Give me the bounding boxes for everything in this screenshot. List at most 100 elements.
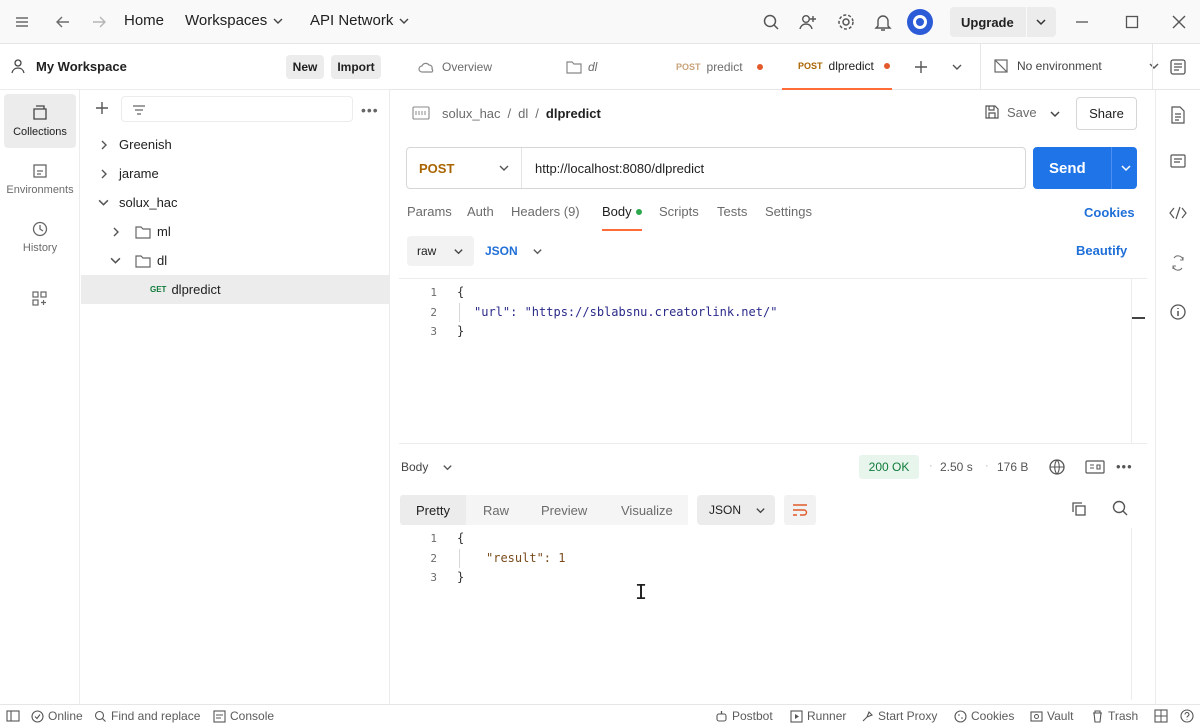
tab-scripts[interactable]: Scripts bbox=[659, 204, 699, 219]
import-button[interactable]: Import bbox=[331, 55, 381, 79]
online-status[interactable]: Online bbox=[31, 705, 83, 726]
tree-item-dl[interactable]: dl bbox=[81, 246, 389, 275]
save-options-chevron-icon[interactable] bbox=[1048, 107, 1062, 121]
chevron-right-icon bbox=[101, 140, 107, 149]
minimize-icon[interactable] bbox=[1074, 14, 1090, 30]
tab-headers[interactable]: Headers (9) bbox=[511, 204, 580, 219]
tab-predict[interactable]: POST predict bbox=[676, 44, 763, 90]
share-button[interactable]: Share bbox=[1076, 97, 1137, 130]
info-icon[interactable] bbox=[1169, 303, 1187, 321]
api-network-menu[interactable]: API Network bbox=[310, 12, 411, 29]
tab-overview[interactable]: Overview bbox=[418, 44, 492, 90]
response-time[interactable]: 2.50 s bbox=[940, 460, 973, 474]
upgrade-button[interactable]: Upgrade bbox=[950, 7, 1056, 37]
code-snippet-icon[interactable] bbox=[1169, 205, 1187, 221]
vault-label: Vault bbox=[1047, 709, 1074, 723]
response-body-selector[interactable]: Body bbox=[401, 460, 453, 474]
search-icon[interactable] bbox=[762, 13, 780, 31]
response-size[interactable]: 176 B bbox=[997, 460, 1028, 474]
nav-collections[interactable]: Collections bbox=[4, 94, 76, 148]
tab-auth[interactable]: Auth bbox=[467, 204, 494, 219]
wrap-lines-button[interactable] bbox=[784, 495, 816, 525]
comments-icon[interactable] bbox=[1170, 154, 1186, 172]
new-tab-plus-icon[interactable] bbox=[913, 59, 929, 75]
response-format-selector[interactable]: JSON bbox=[697, 495, 775, 525]
vault-button[interactable]: Vault bbox=[1030, 705, 1073, 726]
workspaces-menu[interactable]: Workspaces bbox=[185, 12, 285, 29]
response-tab-raw[interactable]: Raw bbox=[483, 495, 509, 525]
cookies-button[interactable]: Cookies bbox=[954, 705, 1014, 726]
trash-button[interactable]: Trash bbox=[1091, 705, 1138, 726]
nav-environments[interactable]: Environments bbox=[4, 152, 76, 206]
breadcrumb-collection[interactable]: solux_hac bbox=[442, 106, 501, 121]
response-tab-pretty[interactable]: Pretty bbox=[400, 495, 466, 525]
status-badge[interactable]: 200 OK bbox=[859, 455, 919, 479]
environment-selector[interactable]: No environment bbox=[993, 58, 1160, 74]
response-scrollbar-track[interactable] bbox=[1131, 528, 1132, 700]
response-body-viewer[interactable]: 1 2 3 { "result": 1 } I bbox=[399, 528, 1147, 702]
find-replace-button[interactable]: Find and replace bbox=[94, 705, 200, 726]
breadcrumb-folder[interactable]: dl bbox=[518, 106, 528, 121]
environment-quicklook-icon[interactable] bbox=[1169, 58, 1187, 76]
documentation-icon[interactable] bbox=[1170, 106, 1186, 124]
editor-scrollbar-track[interactable] bbox=[1131, 279, 1132, 443]
avatar[interactable] bbox=[907, 9, 933, 35]
runner-button[interactable]: Runner bbox=[790, 705, 846, 726]
tab-settings[interactable]: Settings bbox=[765, 204, 812, 219]
response-tab-visualize[interactable]: Visualize bbox=[621, 495, 673, 525]
tab-dlpredict[interactable]: POST dlpredict bbox=[782, 44, 892, 90]
copy-icon[interactable] bbox=[1070, 500, 1088, 518]
layout-toggle-button[interactable] bbox=[1154, 705, 1168, 726]
cookies-link[interactable]: Cookies bbox=[1084, 205, 1135, 220]
nav-history[interactable]: History bbox=[4, 210, 76, 264]
toggle-sidebar-button[interactable] bbox=[6, 705, 20, 726]
method-selector[interactable]: POST bbox=[407, 148, 522, 188]
body-mode-selector[interactable]: raw bbox=[407, 236, 474, 266]
maximize-icon[interactable] bbox=[1124, 14, 1140, 30]
url-input[interactable]: http://localhost:8080/dlpredict bbox=[522, 161, 704, 176]
body-format-selector[interactable]: JSON bbox=[485, 236, 543, 266]
console-button[interactable]: Console bbox=[213, 705, 274, 726]
request-body-editor[interactable]: 1 2 3 { "url": "https://sblabsnu.creator… bbox=[399, 278, 1147, 444]
breadcrumb-request[interactable]: dlpredict bbox=[546, 106, 601, 121]
save-button[interactable]: Save bbox=[984, 104, 1037, 120]
response-more-icon[interactable]: ••• bbox=[1116, 459, 1133, 474]
folder-icon bbox=[566, 61, 582, 74]
new-button[interactable]: New bbox=[286, 55, 324, 79]
close-icon[interactable] bbox=[1171, 14, 1187, 30]
workspace-name[interactable]: My Workspace bbox=[36, 59, 127, 74]
help-button[interactable] bbox=[1180, 705, 1194, 726]
tree-item-greenish[interactable]: Greenish bbox=[81, 130, 389, 159]
related-collections-icon[interactable] bbox=[1171, 255, 1185, 271]
search-response-icon[interactable] bbox=[1111, 499, 1129, 517]
tab-dl-label: dl bbox=[588, 60, 598, 74]
postbot-button[interactable]: Postbot bbox=[715, 705, 773, 726]
tree-item-dlpredict[interactable]: GET dlpredict bbox=[81, 275, 389, 304]
network-globe-icon[interactable] bbox=[1048, 458, 1066, 476]
tree-item-jarame[interactable]: jarame bbox=[81, 159, 389, 188]
menu-icon[interactable] bbox=[14, 14, 30, 30]
settings-gear-icon[interactable] bbox=[836, 12, 856, 32]
beautify-link[interactable]: Beautify bbox=[1076, 243, 1127, 258]
tab-tests[interactable]: Tests bbox=[717, 204, 747, 219]
save-response-icon[interactable] bbox=[1085, 459, 1105, 475]
tab-params[interactable]: Params bbox=[407, 204, 452, 219]
tree-item-solux-hac[interactable]: solux_hac bbox=[81, 188, 389, 217]
add-collection-plus-icon[interactable] bbox=[95, 101, 109, 115]
start-proxy-button[interactable]: Start Proxy bbox=[861, 705, 937, 726]
more-options-icon[interactable]: ••• bbox=[361, 102, 379, 118]
filter-collections-input[interactable] bbox=[121, 96, 353, 122]
tree-item-label: jarame bbox=[119, 166, 159, 181]
back-arrow-icon[interactable] bbox=[54, 13, 72, 31]
tab-dl[interactable]: dl bbox=[566, 44, 597, 90]
tree-item-ml[interactable]: ml bbox=[81, 217, 389, 246]
tabs-dropdown-icon[interactable] bbox=[950, 60, 964, 74]
home-link[interactable]: Home bbox=[124, 12, 164, 29]
response-tab-preview[interactable]: Preview bbox=[541, 495, 587, 525]
notifications-bell-icon[interactable] bbox=[874, 12, 892, 32]
configure-sidebar-icon[interactable] bbox=[31, 290, 49, 308]
tab-body[interactable]: Body bbox=[602, 204, 642, 231]
invite-user-icon[interactable] bbox=[798, 12, 818, 32]
forward-arrow-icon[interactable] bbox=[90, 13, 108, 31]
send-button[interactable]: Send bbox=[1033, 147, 1137, 189]
